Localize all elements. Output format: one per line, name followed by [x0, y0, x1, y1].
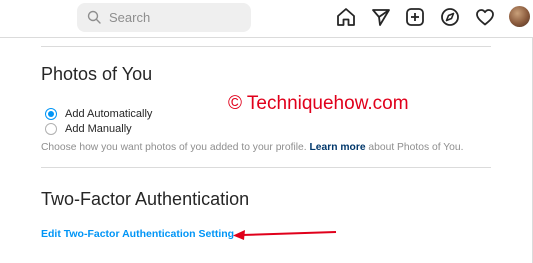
add-manually-radio[interactable]: [45, 123, 57, 135]
photos-of-you-title: Photos of You: [41, 64, 153, 84]
add-automatically-label[interactable]: Add Automatically: [65, 108, 152, 120]
section-divider: [41, 167, 491, 168]
top-navigation-bar: Search: [0, 0, 533, 38]
add-automatically-radio[interactable]: [45, 108, 57, 120]
edit-two-factor-link[interactable]: Edit Two-Factor Authentication Setting: [41, 228, 234, 240]
add-manually-option[interactable]: Add Manually: [45, 122, 132, 136]
photos-help-text: Choose how you want photos of you added …: [41, 142, 463, 153]
two-factor-title: Two-Factor Authentication: [41, 189, 250, 209]
watermark-text: © Techniquehow.com: [228, 93, 409, 114]
annotation-arrow-icon: [233, 230, 337, 240]
section-divider: [41, 46, 491, 47]
direct-message-icon[interactable]: [370, 6, 392, 28]
help-text-before: Choose how you want photos of you added …: [41, 142, 310, 153]
search-icon: [87, 10, 101, 24]
add-manually-label[interactable]: Add Manually: [65, 123, 132, 135]
add-automatically-option[interactable]: Add Automatically: [45, 107, 152, 121]
profile-avatar[interactable]: [509, 6, 530, 27]
activity-heart-icon[interactable]: [474, 6, 496, 28]
home-icon[interactable]: [335, 6, 357, 28]
explore-icon[interactable]: [439, 6, 461, 28]
new-post-icon[interactable]: [404, 6, 426, 28]
help-text-after: about Photos of You.: [365, 142, 464, 153]
learn-more-link[interactable]: Learn more: [309, 142, 365, 153]
search-box[interactable]: Search: [77, 3, 251, 32]
search-placeholder: Search: [109, 10, 151, 25]
